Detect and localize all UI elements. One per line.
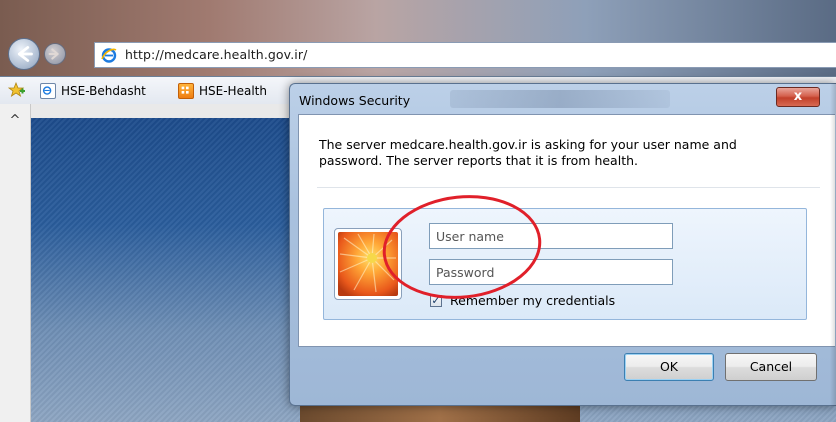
remember-credentials-option[interactable]: ✓ Remember my credentials [430, 293, 615, 308]
remember-label: Remember my credentials [450, 293, 616, 308]
dialog-title: Windows Security [299, 93, 411, 108]
forward-button[interactable] [44, 43, 66, 65]
favorite-label: HSE-Behdasht [61, 83, 146, 98]
dialog-edge-shadow [830, 83, 836, 406]
scroll-up-icon[interactable]: ^ [7, 114, 23, 128]
address-url: http://medcare.health.gov.ir/ [125, 47, 308, 62]
cancel-button[interactable]: Cancel [725, 353, 817, 381]
title-bar-reflection [450, 90, 670, 108]
user-avatar [334, 228, 402, 300]
favorites-star-icon[interactable] [8, 82, 26, 98]
ok-button[interactable]: OK [624, 353, 714, 381]
favorite-label: HSE-Health [199, 83, 267, 98]
back-arrow-icon [17, 46, 33, 62]
divider [317, 187, 820, 188]
address-bar[interactable]: http://medcare.health.gov.ir/ [94, 42, 836, 68]
favorite-link-hse-behdasht[interactable]: HSE-Behdasht [40, 81, 146, 100]
back-button[interactable] [8, 38, 40, 70]
dialog-body: The server medcare.health.gov.ir is aski… [298, 114, 835, 347]
username-input[interactable] [429, 223, 673, 249]
server-message: The server medcare.health.gov.ir is aski… [319, 137, 737, 168]
forward-arrow-icon [48, 48, 59, 60]
close-button[interactable]: x [776, 87, 820, 107]
remember-checkbox[interactable]: ✓ [430, 294, 442, 307]
ie-page-icon [40, 82, 56, 99]
credential-tile[interactable]: ✓ Remember my credentials [323, 208, 807, 320]
internet-explorer-icon [101, 48, 117, 63]
favorite-link-hse-health[interactable]: HSE-Health [178, 81, 267, 100]
vertical-scrollbar[interactable]: ^ [0, 104, 31, 422]
orange-site-icon [178, 82, 194, 99]
flower-avatar-icon [338, 232, 398, 296]
password-input[interactable] [429, 259, 673, 285]
